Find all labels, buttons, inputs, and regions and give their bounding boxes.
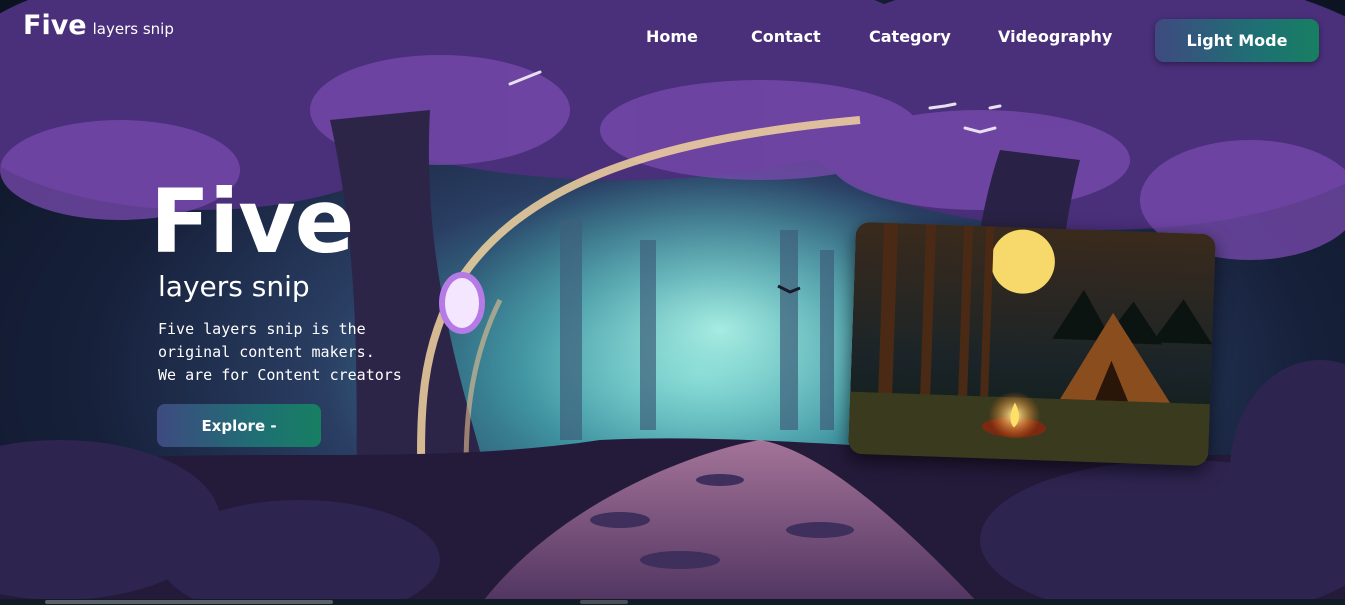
nav-link-category[interactable]: Category xyxy=(869,27,951,46)
horizontal-scrollbar[interactable] xyxy=(0,599,1345,605)
explore-button[interactable]: Explore - xyxy=(157,404,321,447)
nav-link-contact[interactable]: Contact xyxy=(751,27,821,46)
scrollbar-thumb-secondary[interactable] xyxy=(580,600,628,604)
hero-description-line: We are for Content creators xyxy=(158,366,402,384)
nav-link-home[interactable]: Home xyxy=(646,27,698,46)
brand-name: Five xyxy=(23,10,87,41)
hero-description-line: Five layers snip is the xyxy=(158,320,366,338)
nav-link-videography[interactable]: Videography xyxy=(998,27,1112,46)
brand-logo[interactable]: Five layers snip xyxy=(23,10,174,41)
brand-tagline: layers snip xyxy=(92,20,174,38)
hero-description-line: original content makers. xyxy=(158,343,375,361)
campfire-illustration xyxy=(848,221,1216,467)
scrollbar-thumb[interactable] xyxy=(45,600,333,604)
campfire-image-card xyxy=(848,221,1216,467)
hero-subtitle: layers snip xyxy=(158,270,310,303)
top-navbar: Five layers snip Home Contact Category V… xyxy=(0,0,1345,75)
light-mode-button[interactable]: Light Mode xyxy=(1155,19,1319,62)
hero-description: Five layers snip is the original content… xyxy=(158,318,402,387)
hero-title: Five xyxy=(150,170,354,273)
